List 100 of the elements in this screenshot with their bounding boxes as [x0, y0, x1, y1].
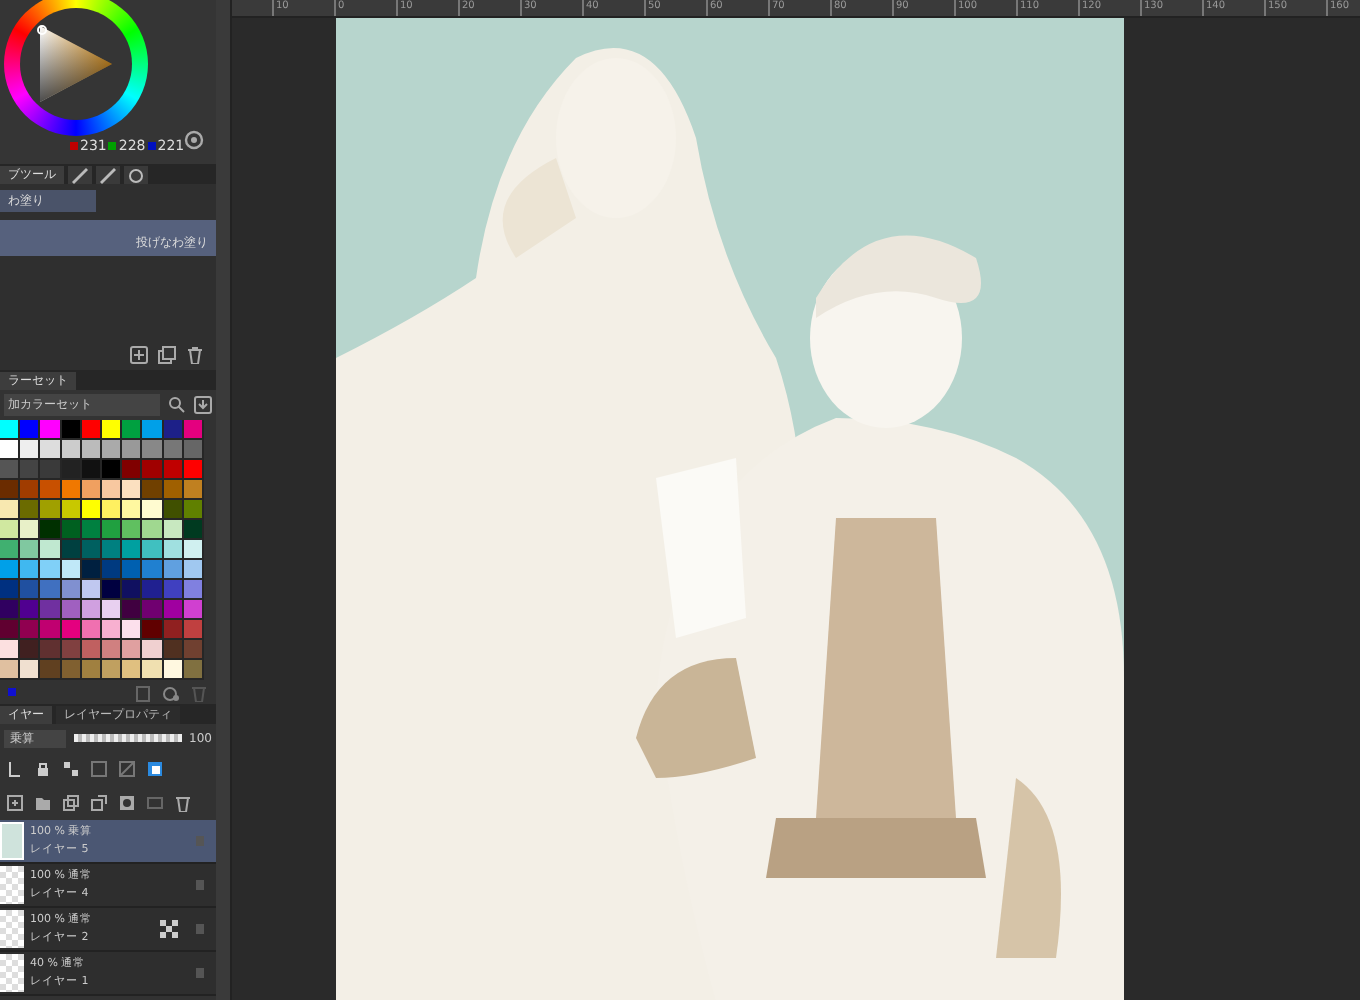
- color-swatch[interactable]: [20, 520, 41, 540]
- color-swatch[interactable]: [142, 420, 163, 440]
- color-swatch[interactable]: [122, 580, 143, 600]
- color-swatch[interactable]: [183, 540, 204, 560]
- new-layer-icon[interactable]: [6, 794, 24, 812]
- color-swatch[interactable]: [122, 420, 143, 440]
- opacity-slider[interactable]: [74, 734, 182, 742]
- color-swatch[interactable]: [122, 520, 143, 540]
- color-swatch[interactable]: [61, 420, 82, 440]
- color-swatch[interactable]: [81, 580, 102, 600]
- color-swatch[interactable]: [142, 460, 163, 480]
- color-swatch[interactable]: [142, 580, 163, 600]
- color-swatch[interactable]: [0, 420, 21, 440]
- color-swatch[interactable]: [20, 540, 41, 560]
- color-swatch[interactable]: [0, 640, 21, 660]
- color-swatch[interactable]: [81, 460, 102, 480]
- color-swatch[interactable]: [61, 480, 82, 500]
- color-swatch[interactable]: [81, 420, 102, 440]
- color-swatch[interactable]: [40, 460, 62, 480]
- color-swatch[interactable]: [20, 500, 41, 520]
- color-swatch[interactable]: [0, 600, 21, 620]
- color-swatch[interactable]: [101, 660, 123, 680]
- color-swatch[interactable]: [20, 560, 41, 580]
- color-swatch[interactable]: [61, 520, 82, 540]
- color-swatch[interactable]: [101, 640, 123, 660]
- color-swatch[interactable]: [20, 420, 41, 440]
- color-swatch[interactable]: [0, 580, 21, 600]
- color-swatch[interactable]: [101, 420, 123, 440]
- color-swatch[interactable]: [40, 580, 62, 600]
- color-swatch[interactable]: [142, 620, 163, 640]
- pen-icon[interactable]: [96, 166, 120, 184]
- color-swatch[interactable]: [20, 640, 41, 660]
- color-swatch[interactable]: [183, 460, 204, 480]
- color-swatch[interactable]: [61, 580, 82, 600]
- color-swatch[interactable]: [183, 480, 204, 500]
- color-swatch[interactable]: [183, 620, 204, 640]
- color-swatch[interactable]: [61, 640, 82, 660]
- color-swatch[interactable]: [101, 460, 123, 480]
- color-swatch[interactable]: [81, 540, 102, 560]
- color-swatch[interactable]: [122, 440, 143, 460]
- color-swatch[interactable]: [163, 560, 184, 580]
- color-swatch[interactable]: [142, 640, 163, 660]
- color-icon[interactable]: [162, 683, 180, 701]
- color-swatch[interactable]: [163, 520, 184, 540]
- color-swatch[interactable]: [163, 660, 184, 680]
- color-swatch[interactable]: [20, 620, 41, 640]
- settings-icon[interactable]: [184, 130, 204, 150]
- import-icon[interactable]: [194, 396, 212, 414]
- color-swatch[interactable]: [0, 560, 21, 580]
- visibility-toggle[interactable]: [196, 924, 204, 934]
- color-swatch[interactable]: [142, 440, 163, 460]
- color-swatch[interactable]: [61, 600, 82, 620]
- visibility-toggle[interactable]: [196, 880, 204, 890]
- merge-icon[interactable]: [90, 794, 108, 812]
- color-swatch[interactable]: [40, 560, 62, 580]
- color-swatch[interactable]: [163, 540, 184, 560]
- color-swatch[interactable]: [163, 460, 184, 480]
- visibility-toggle[interactable]: [196, 968, 204, 978]
- color-swatch[interactable]: [0, 460, 21, 480]
- color-swatch[interactable]: [61, 440, 82, 460]
- ruler-icon[interactable]: [6, 760, 24, 778]
- color-swatch[interactable]: [40, 500, 62, 520]
- color-triangle[interactable]: [36, 22, 116, 106]
- color-swatch[interactable]: [81, 560, 102, 580]
- frame-icon[interactable]: [90, 760, 108, 778]
- color-swatch[interactable]: [183, 440, 204, 460]
- color-swatch[interactable]: [81, 620, 102, 640]
- color-swatch[interactable]: [183, 500, 204, 520]
- color-swatch[interactable]: [40, 440, 62, 460]
- color-swatch[interactable]: [163, 620, 184, 640]
- color-layer-icon[interactable]: [146, 760, 164, 778]
- mask-icon[interactable]: [118, 794, 136, 812]
- color-swatch[interactable]: [142, 480, 163, 500]
- color-swatch[interactable]: [163, 640, 184, 660]
- color-swatch[interactable]: [20, 600, 41, 620]
- color-swatch[interactable]: [40, 540, 62, 560]
- color-swatch[interactable]: [81, 600, 102, 620]
- color-swatch[interactable]: [20, 480, 41, 500]
- color-swatch[interactable]: [183, 520, 204, 540]
- color-swatch[interactable]: [61, 540, 82, 560]
- color-swatch[interactable]: [0, 480, 21, 500]
- color-swatch[interactable]: [0, 540, 21, 560]
- color-swatch[interactable]: [40, 600, 62, 620]
- color-swatch[interactable]: [122, 480, 143, 500]
- color-swatch[interactable]: [183, 420, 204, 440]
- color-swatch[interactable]: [142, 600, 163, 620]
- color-swatch[interactable]: [81, 500, 102, 520]
- color-swatch[interactable]: [183, 580, 204, 600]
- color-swatch[interactable]: [40, 640, 62, 660]
- color-swatch[interactable]: [40, 660, 62, 680]
- color-swatch[interactable]: [122, 460, 143, 480]
- trash-icon[interactable]: [174, 794, 192, 812]
- color-swatch[interactable]: [122, 620, 143, 640]
- trash-icon[interactable]: [186, 346, 204, 364]
- color-swatch[interactable]: [142, 660, 163, 680]
- color-swatch[interactable]: [142, 540, 163, 560]
- color-swatch[interactable]: [81, 640, 102, 660]
- color-swatch[interactable]: [122, 640, 143, 660]
- color-swatch[interactable]: [101, 500, 123, 520]
- color-swatch[interactable]: [122, 540, 143, 560]
